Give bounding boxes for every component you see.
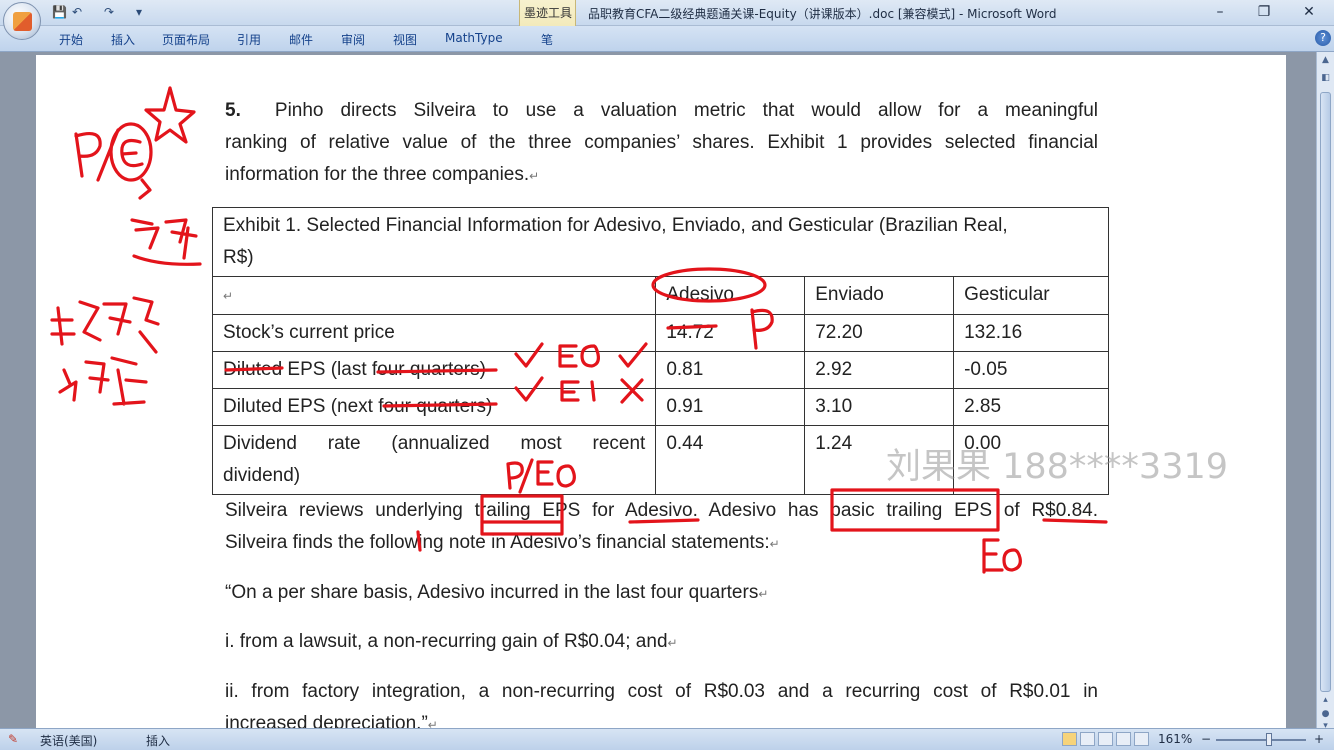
zoom-in-button[interactable]: + <box>1314 732 1324 746</box>
table-row: Diluted EPS (last four quarters) 0.81 2.… <box>211 351 1109 389</box>
table-cell: -0.05 <box>953 351 1109 389</box>
paragraph-5-line-2: increased depreciation.”↵ <box>225 708 438 728</box>
save-icon[interactable]: 💾 <box>52 5 67 19</box>
title-bar: 💾 ↶ ↷ ▾ 品职教育CFA二级经典题通关课-Equity（讲课版本）.doc… <box>0 0 1334 26</box>
row-label-line-2: dividend) <box>223 465 301 486</box>
tab-pen[interactable]: 笔 <box>541 31 553 48</box>
question-text-3: information for the three companies. <box>225 164 530 185</box>
column-header-enviado: Enviado <box>804 276 955 315</box>
paragraph-mark: ↵ <box>758 587 769 601</box>
scroll-up-icon[interactable]: ▲ <box>1319 54 1332 67</box>
office-button[interactable] <box>3 2 41 40</box>
table-cell: 132.16 <box>953 314 1109 352</box>
previous-page-icon[interactable]: ▴ <box>1319 694 1332 707</box>
question-line-1: 5. Pinho directs Silveira to use a valua… <box>225 95 1098 127</box>
table-cell: 0.91 <box>655 388 806 426</box>
tab-insert[interactable]: 插入 <box>111 31 135 48</box>
tab-page-layout[interactable]: 页面布局 <box>162 31 210 48</box>
tab-view[interactable]: 视图 <box>393 31 417 48</box>
paragraph-2-line-1: Silveira reviews underlying trailing EPS… <box>225 500 1098 521</box>
paragraph-2-text-2: Silveira finds the following note in Ade… <box>225 532 770 553</box>
table-cell: 2.92 <box>804 351 955 389</box>
question-line-3: information for the three companies.↵ <box>225 159 539 192</box>
row-label-line-1: Dividend rate (annualized most recent <box>223 433 646 454</box>
customize-quick-access-icon[interactable]: ▾ <box>136 5 142 19</box>
help-icon[interactable]: ? <box>1315 30 1331 46</box>
exhibit-title-line-1: Exhibit 1. Selected Financial Informatio… <box>223 215 1008 236</box>
table-cell: 0.44 <box>655 425 806 495</box>
restore-button[interactable]: ❐ <box>1250 2 1278 22</box>
table-cell: 72.20 <box>804 314 955 352</box>
vertical-scrollbar[interactable]: ▲ ◧ ▴ ● ▾ <box>1316 52 1334 731</box>
column-header-adesivo: Adesivo <box>655 276 806 315</box>
row-label: Diluted EPS (last four quarters) <box>211 351 657 389</box>
paragraph-2-line-2: Silveira finds the following note in Ade… <box>225 527 780 560</box>
header-empty-cell: ↵ <box>211 276 657 315</box>
paragraph-mark: ↵ <box>427 718 438 728</box>
question-line-2: ranking of relative value of the three c… <box>225 132 1098 153</box>
outline-view-icon[interactable] <box>1116 732 1131 746</box>
web-layout-icon[interactable] <box>1098 732 1113 746</box>
tab-references[interactable]: 引用 <box>237 31 261 48</box>
document-page[interactable]: 5. Pinho directs Silveira to use a valua… <box>36 55 1286 728</box>
tab-review[interactable]: 审阅 <box>341 31 365 48</box>
full-screen-reading-icon[interactable] <box>1080 732 1095 746</box>
exhibit-title-cell: Exhibit 1. Selected Financial Informatio… <box>212 207 1109 277</box>
status-bar: ✎ 英语(美国) 插入 161% − + <box>0 728 1334 750</box>
draft-view-icon[interactable] <box>1134 732 1149 746</box>
exhibit-title-line-2: R$) <box>223 247 254 268</box>
paragraph-3-text: “On a per share basis, Adesivo incurred … <box>225 582 759 603</box>
zoom-slider-thumb[interactable] <box>1266 733 1272 746</box>
zoom-slider[interactable] <box>1216 739 1306 741</box>
watermark: 刘果果 188****3319 <box>886 447 1229 487</box>
paragraph-5-line-1: ii. from factory integration, a non-recu… <box>225 681 1098 702</box>
table-cell: 2.85 <box>953 388 1109 426</box>
table-cell: 14.72 <box>655 314 806 352</box>
paragraph-mark: ↵ <box>529 169 540 183</box>
window-title: 品职教育CFA二级经典题通关课-Equity（讲课版本）.doc [兼容模式] … <box>588 7 1057 21</box>
minimize-button[interactable]: – <box>1206 2 1234 22</box>
print-layout-view-icon[interactable] <box>1062 732 1077 746</box>
zoom-level[interactable]: 161% <box>1158 732 1192 746</box>
tab-mathtype[interactable]: MathType <box>445 31 503 45</box>
row-label: Stock’s current price <box>211 314 657 352</box>
redo-icon[interactable]: ↷ <box>104 5 114 19</box>
ruler-toggle-icon[interactable]: ◧ <box>1319 72 1332 85</box>
ribbon-tab-bar: 开始 插入 页面布局 引用 邮件 审阅 视图 MathType 笔 <box>0 26 1334 52</box>
ink-tools-label: 墨迹工具 <box>524 6 573 20</box>
paragraph-4: i. from a lawsuit, a non-recurring gain … <box>225 626 678 659</box>
language-indicator[interactable]: 英语(美国) <box>40 732 97 749</box>
office-logo-icon <box>13 12 32 31</box>
undo-icon[interactable]: ↶ <box>72 5 82 19</box>
row-label: Dividend rate (annualized most recent di… <box>211 425 657 495</box>
tab-home[interactable]: 开始 <box>59 31 83 48</box>
row-label: Diluted EPS (next four quarters) <box>211 388 657 426</box>
paragraph-mark: ↵ <box>667 636 678 650</box>
paragraph-mark: ↵ <box>769 537 780 551</box>
paragraph-4-text: i. from a lawsuit, a non-recurring gain … <box>225 631 668 652</box>
column-header-gesticular: Gesticular <box>953 276 1109 315</box>
table-cell: 3.10 <box>804 388 955 426</box>
close-button[interactable]: ✕ <box>1295 2 1323 22</box>
table-row: Diluted EPS (next four quarters) 0.91 3.… <box>211 388 1109 426</box>
zoom-out-button[interactable]: − <box>1201 732 1211 746</box>
table-row: Stock’s current price 14.72 72.20 132.16 <box>211 314 1109 352</box>
spellcheck-icon[interactable]: ✎ <box>8 732 18 746</box>
scroll-thumb[interactable] <box>1320 92 1331 692</box>
document-area: 5. Pinho directs Silveira to use a valua… <box>0 52 1316 728</box>
insert-mode-indicator[interactable]: 插入 <box>146 732 170 749</box>
paragraph-mark: ↵ <box>223 289 234 303</box>
question-text-1: Pinho directs Silveira to use a valuatio… <box>274 100 1099 121</box>
question-number: 5. <box>225 100 241 121</box>
paragraph-3: “On a per share basis, Adesivo incurred … <box>225 577 768 610</box>
table-cell: 0.81 <box>655 351 806 389</box>
tab-mailings[interactable]: 邮件 <box>289 31 313 48</box>
paragraph-5-text-2: increased depreciation.” <box>225 713 428 728</box>
